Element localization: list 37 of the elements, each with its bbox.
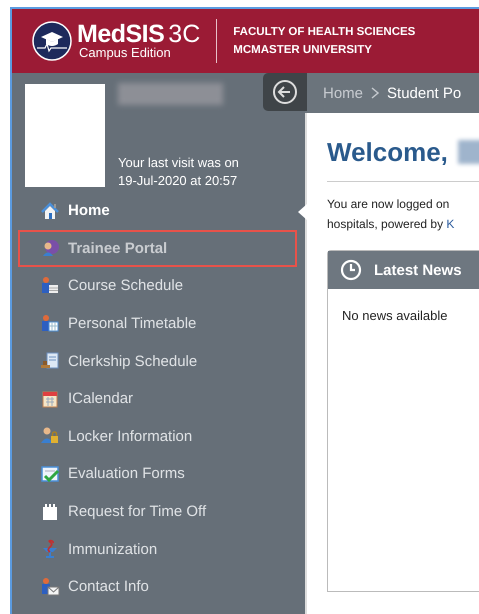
organization-name: MCMASTER UNIVERSITY — [233, 44, 373, 56]
welcome-heading: Welcome, — [327, 136, 448, 168]
sidebar-item[interactable]: Clerkship Schedule — [18, 342, 297, 380]
empty-message: No news available — [342, 308, 448, 323]
person-calendar-icon — [40, 314, 60, 334]
sidebar-item[interactable]: Immunization — [18, 530, 297, 568]
organization-name: FACULTY OF HEALTH SCIENCES — [233, 26, 416, 38]
sidebar-item[interactable]: Personal Timetable — [18, 304, 297, 342]
clock-icon — [340, 259, 362, 281]
sidebar-item[interactable]: Evaluation Forms — [18, 455, 297, 493]
app-edition: Campus Edition — [79, 46, 172, 60]
checked-form-icon — [40, 464, 60, 484]
sidebar-item[interactable]: ICalendar — [18, 380, 297, 418]
intro-link[interactable]: K — [446, 217, 454, 231]
news-title: Latest News — [374, 262, 462, 278]
stamp-document-icon — [40, 351, 60, 372]
collapse-sidebar-button[interactable] — [263, 73, 307, 111]
sidebar-item[interactable]: Trainee Portal — [18, 230, 297, 268]
last-visit-text: 19-Jul-2020 at 20:57 — [118, 173, 238, 188]
sidebar-item[interactable]: Request for Time Off — [18, 492, 297, 530]
breadcrumb-link[interactable]: Home — [323, 84, 364, 102]
person-table-icon — [40, 276, 60, 296]
app-version: 3C — [168, 22, 200, 46]
graduation-cap-logo-icon — [32, 21, 72, 61]
intro-paragraph: You are now logged on hospitals, powered by K — [327, 196, 456, 233]
sidebar-item[interactable]: Locker Information — [18, 418, 297, 456]
person-envelope-icon — [40, 576, 60, 597]
blank-calendar-icon — [40, 502, 60, 522]
house-icon — [40, 200, 60, 221]
redacted-name — [458, 140, 479, 164]
sidebar-item[interactable]: Contact Info — [18, 568, 297, 606]
chevron-right-icon — [371, 87, 380, 99]
calendar-icon — [40, 388, 60, 409]
last-visit-text: Your last visit was on — [118, 155, 239, 170]
sidebar-item[interactable]: Course Schedule — [18, 267, 297, 305]
trainee-icon — [40, 238, 60, 258]
app-name: MedSIS — [77, 22, 164, 46]
